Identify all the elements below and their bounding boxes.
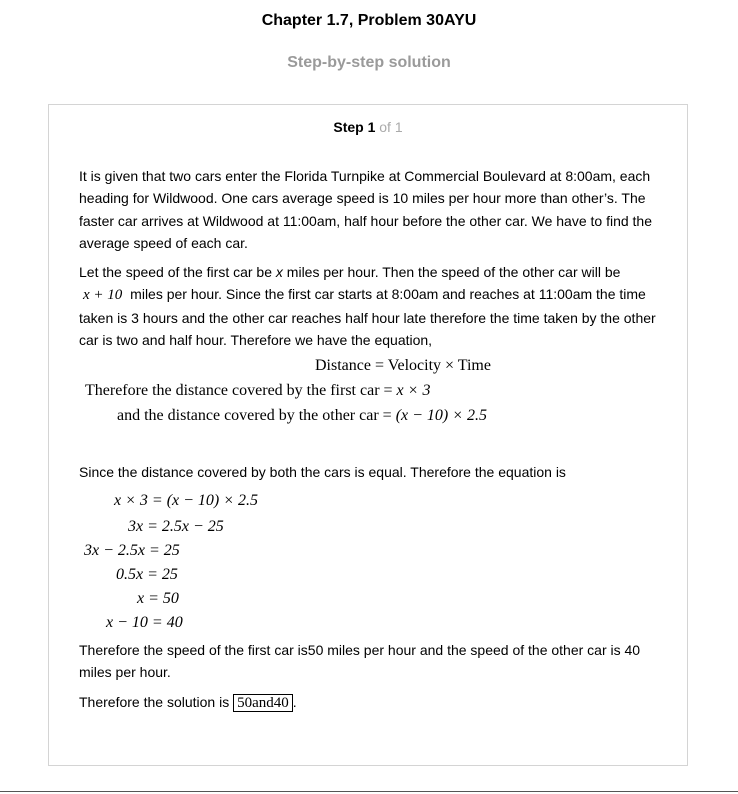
page-bottom-border [0, 791, 738, 792]
equation-line-2: 3x = 2.5x − 25 [128, 518, 224, 535]
setup-paragraph: Let the speed of the first car be x mile… [79, 261, 665, 351]
setup-text-2: miles per hour. Then the speed of the ot… [282, 264, 621, 280]
speed-conclusion: Therefore the speed of the first car is5… [79, 642, 641, 681]
formula-distance: Distance = Velocity × Time [315, 357, 491, 374]
solution-line: Therefore the solution is 50and40. [79, 691, 665, 714]
equation-line-3: 3x − 2.5x = 25 [84, 542, 180, 559]
equation-line-4: 0.5x = 25 [116, 566, 178, 583]
first-car-text: Therefore the distance covered by the fi… [85, 382, 397, 399]
answer-box: 50and40 [233, 694, 293, 712]
page-title: Chapter 1.7, Problem 30AYU [261, 12, 477, 29]
step-count: of 1 [379, 119, 403, 135]
setup-text-1: Let the speed of the first car be [79, 264, 276, 280]
equation-line-5: x = 50 [137, 590, 179, 607]
problem-statement: It is given that two cars enter the Flor… [79, 168, 653, 251]
solution-text: Therefore the solution is [79, 694, 234, 710]
equation-line-1: x × 3 = (x − 10) × 2.5 [114, 492, 259, 509]
first-car-math: x × 3 [396, 382, 431, 399]
setup-expr: x + 10 [83, 287, 123, 304]
page-subtitle: Step-by-step solution [287, 54, 451, 71]
other-car-distance: and the distance covered by the other ca… [117, 407, 487, 425]
setup-var: x [275, 264, 283, 280]
solution-card: Step 1 of 1 It is given that two cars en… [48, 104, 688, 766]
first-car-distance: Therefore the distance covered by the fi… [85, 382, 430, 400]
solution-end: . [292, 694, 297, 710]
equation-line-6: x − 10 = 40 [106, 614, 183, 631]
other-car-math: (x − 10) × 2.5 [395, 407, 488, 424]
step-label: Step 1 [333, 119, 376, 135]
equal-distance-paragraph: Since the distance covered by both the c… [79, 464, 566, 480]
setup-text-3: miles per hour. Since the first car star… [79, 286, 656, 348]
other-car-text: and the distance covered by the other ca… [117, 407, 396, 424]
step-indicator: Step 1 of 1 [49, 119, 687, 135]
